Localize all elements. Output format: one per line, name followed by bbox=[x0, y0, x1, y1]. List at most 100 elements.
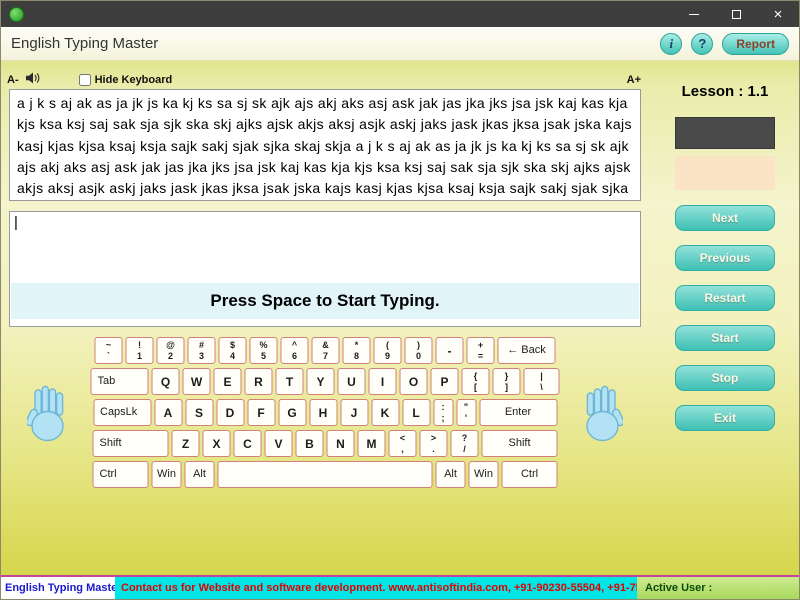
key-n[interactable]: N bbox=[327, 430, 355, 457]
key-x[interactable]: X bbox=[203, 430, 231, 457]
key-semicolon[interactable]: :; bbox=[433, 399, 453, 426]
key-bracket-close[interactable]: }] bbox=[493, 368, 521, 395]
status-marquee: Contact us for Website and software deve… bbox=[115, 577, 637, 599]
key-win-right[interactable]: Win bbox=[469, 461, 499, 488]
close-button[interactable]: × bbox=[757, 1, 799, 27]
key-quote[interactable]: "' bbox=[456, 399, 476, 426]
key-t[interactable]: T bbox=[276, 368, 304, 395]
key-comma[interactable]: <, bbox=[389, 430, 417, 457]
next-button[interactable]: Next bbox=[675, 205, 775, 231]
key-z[interactable]: Z bbox=[172, 430, 200, 457]
maximize-button[interactable] bbox=[715, 1, 757, 27]
key-h[interactable]: H bbox=[309, 399, 337, 426]
key-alt-left[interactable]: Alt bbox=[185, 461, 215, 488]
start-typing-prompt: Press Space to Start Typing. bbox=[11, 283, 639, 319]
key-a[interactable]: A bbox=[154, 399, 182, 426]
key-backslash[interactable]: |\ bbox=[524, 368, 560, 395]
info-button[interactable]: i bbox=[660, 33, 682, 55]
hide-keyboard-checkbox[interactable] bbox=[79, 74, 91, 86]
key-4[interactable]: $4 bbox=[219, 337, 247, 364]
side-panel: Lesson : 1.1 Next Previous Restart Start… bbox=[649, 83, 800, 445]
key-y[interactable]: Y bbox=[307, 368, 335, 395]
key-b[interactable]: B bbox=[296, 430, 324, 457]
report-button[interactable]: Report bbox=[722, 33, 789, 55]
key-e[interactable]: E bbox=[214, 368, 242, 395]
hide-keyboard-label: Hide Keyboard bbox=[95, 74, 173, 86]
key-j[interactable]: J bbox=[340, 399, 368, 426]
key-minus[interactable]: - bbox=[436, 337, 464, 364]
app-icon bbox=[9, 7, 24, 22]
key-6[interactable]: ^6 bbox=[281, 337, 309, 364]
key-ctrl-left[interactable]: Ctrl bbox=[93, 461, 149, 488]
help-button[interactable]: ? bbox=[691, 33, 713, 55]
key-g[interactable]: G bbox=[278, 399, 306, 426]
key-space[interactable] bbox=[218, 461, 433, 488]
key-q[interactable]: Q bbox=[152, 368, 180, 395]
key-f[interactable]: F bbox=[247, 399, 275, 426]
maximize-icon bbox=[732, 10, 741, 19]
key-s[interactable]: S bbox=[185, 399, 213, 426]
titlebar: × bbox=[1, 1, 799, 27]
previous-button[interactable]: Previous bbox=[675, 245, 775, 271]
key-ctrl-right[interactable]: Ctrl bbox=[502, 461, 558, 488]
key-shift-right[interactable]: Shift bbox=[482, 430, 558, 457]
key-9[interactable]: (9 bbox=[374, 337, 402, 364]
lesson-text-display: a j k s aj ak as ja jk js ka kj ks sa sj… bbox=[9, 89, 641, 201]
score-display bbox=[675, 156, 775, 190]
active-user-label: Active User : bbox=[637, 577, 799, 599]
font-decrease-button[interactable]: A- bbox=[7, 74, 19, 86]
keyboard-row: ~`!1@2#3$4%5^6&7*8(9)0-+=← Back bbox=[91, 337, 560, 364]
key-u[interactable]: U bbox=[338, 368, 366, 395]
minimize-button[interactable] bbox=[673, 1, 715, 27]
key-m[interactable]: M bbox=[358, 430, 386, 457]
key-tab[interactable]: Tab bbox=[91, 368, 149, 395]
key-w[interactable]: W bbox=[183, 368, 211, 395]
key-8[interactable]: *8 bbox=[343, 337, 371, 364]
exit-button[interactable]: Exit bbox=[675, 405, 775, 431]
font-increase-button[interactable]: A+ bbox=[627, 74, 641, 86]
start-button[interactable]: Start bbox=[675, 325, 775, 351]
virtual-keyboard: ~`!1@2#3$4%5^6&7*8(9)0-+=← Back TabQWERTY… bbox=[91, 337, 560, 488]
key-0[interactable]: )0 bbox=[405, 337, 433, 364]
key-v[interactable]: V bbox=[265, 430, 293, 457]
key-d[interactable]: D bbox=[216, 399, 244, 426]
left-hand-icon bbox=[27, 385, 69, 448]
hide-keyboard-option: Hide Keyboard bbox=[79, 74, 173, 86]
key-c[interactable]: C bbox=[234, 430, 262, 457]
key-o[interactable]: O bbox=[400, 368, 428, 395]
key-bracket-open[interactable]: {[ bbox=[462, 368, 490, 395]
key-alt-right[interactable]: Alt bbox=[436, 461, 466, 488]
key-7[interactable]: &7 bbox=[312, 337, 340, 364]
key-backquote[interactable]: ~` bbox=[95, 337, 123, 364]
key-win-left[interactable]: Win bbox=[152, 461, 182, 488]
header-actions: i ? Report bbox=[660, 33, 789, 55]
close-icon: × bbox=[774, 6, 783, 23]
key-equals[interactable]: += bbox=[467, 337, 495, 364]
key-period[interactable]: >. bbox=[420, 430, 448, 457]
key-capslock[interactable]: CapsLk bbox=[93, 399, 151, 426]
key-slash[interactable]: ?/ bbox=[451, 430, 479, 457]
key-2[interactable]: @2 bbox=[157, 337, 185, 364]
restart-button[interactable]: Restart bbox=[675, 285, 775, 311]
status-app-name: English Typing Master bbox=[1, 577, 115, 599]
key-r[interactable]: R bbox=[245, 368, 273, 395]
keyboard-row: CapsLkASDFGHJKL:;"'Enter bbox=[91, 399, 560, 426]
key-k[interactable]: K bbox=[371, 399, 399, 426]
key-backspace[interactable]: ← Back bbox=[498, 337, 556, 364]
app-header: English Typing Master i ? Report bbox=[1, 27, 799, 61]
key-shift-left[interactable]: Shift bbox=[93, 430, 169, 457]
stop-button[interactable]: Stop bbox=[675, 365, 775, 391]
key-p[interactable]: P bbox=[431, 368, 459, 395]
speaker-icon[interactable] bbox=[26, 72, 40, 87]
key-i[interactable]: I bbox=[369, 368, 397, 395]
key-1[interactable]: !1 bbox=[126, 337, 154, 364]
typing-input-area[interactable]: | Press Space to Start Typing. bbox=[9, 211, 641, 327]
key-l[interactable]: L bbox=[402, 399, 430, 426]
keyboard-row: ShiftZXCVBNM<,>.?/Shift bbox=[91, 430, 560, 457]
key-enter[interactable]: Enter bbox=[479, 399, 557, 426]
text-cursor: | bbox=[14, 214, 18, 231]
key-3[interactable]: #3 bbox=[188, 337, 216, 364]
status-bar: English Typing Master Contact us for Web… bbox=[1, 575, 799, 599]
lesson-toolbar: A- Hide Keyboard A+ bbox=[7, 72, 641, 87]
key-5[interactable]: %5 bbox=[250, 337, 278, 364]
